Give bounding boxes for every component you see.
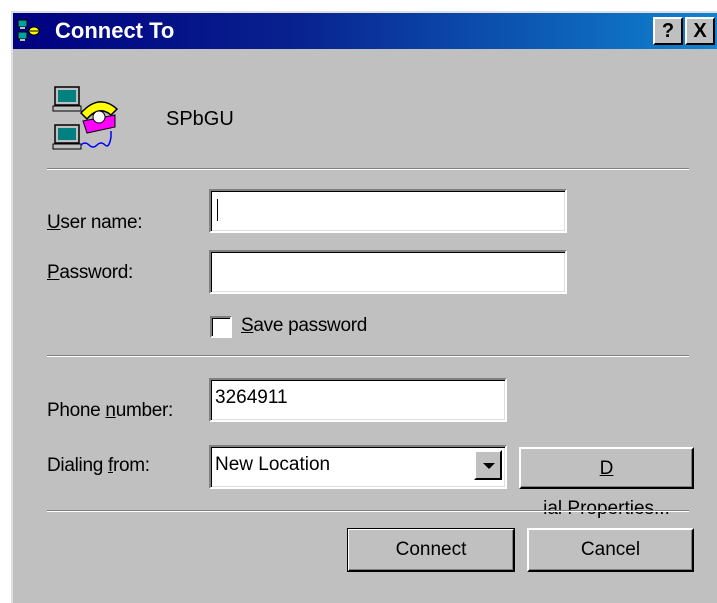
- cancel-button[interactable]: Cancel: [527, 528, 694, 572]
- password-label: Password:: [47, 262, 134, 283]
- connect-to-dialog: Connect To ? X SPbGU User name: Password…: [11, 11, 717, 603]
- user-name-label: User name:: [47, 212, 143, 233]
- help-button[interactable]: ?: [653, 17, 683, 45]
- dialing-from-dropdown[interactable]: New Location: [209, 445, 507, 489]
- save-password-label[interactable]: Save password: [241, 314, 367, 338]
- password-input[interactable]: [209, 250, 567, 294]
- window-title: Connect To: [55, 18, 175, 43]
- save-password-checkbox[interactable]: [210, 316, 232, 338]
- close-button[interactable]: X: [685, 17, 715, 45]
- phone-number-label: Phone number:: [47, 400, 174, 421]
- separator: [47, 355, 689, 357]
- separator: [47, 168, 689, 170]
- text-caret: [217, 199, 218, 221]
- title-bar[interactable]: Connect To ? X: [13, 13, 717, 49]
- chevron-down-icon: [483, 463, 495, 469]
- dropdown-arrow-button[interactable]: [474, 450, 502, 480]
- phone-number-input[interactable]: 3264911: [209, 378, 507, 422]
- connection-name: SPbGU: [166, 108, 234, 130]
- separator: [47, 510, 689, 512]
- connect-button[interactable]: Connect: [347, 528, 515, 572]
- dial-up-networking-icon: [17, 19, 40, 41]
- dialing-from-label: Dialing from:: [47, 455, 150, 476]
- dial-properties-button[interactable]: Dial Properties...: [519, 447, 694, 519]
- user-name-input[interactable]: [209, 189, 567, 233]
- dial-up-networking-icon: [52, 86, 119, 150]
